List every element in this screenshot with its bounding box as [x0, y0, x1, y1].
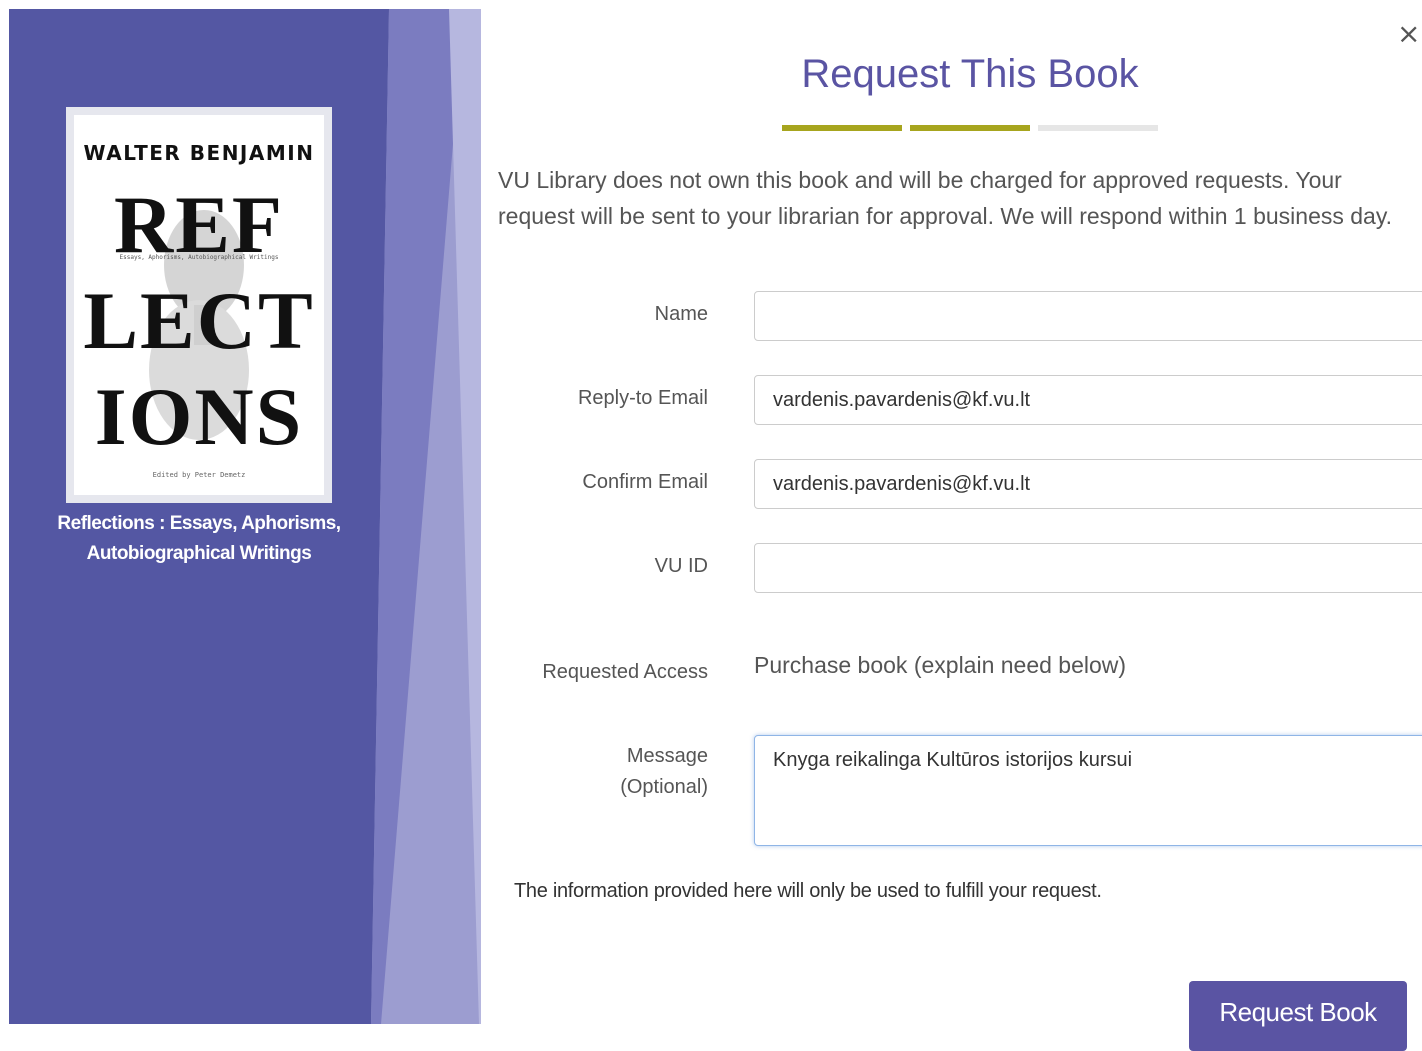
privacy-note: The information provided here will only … — [514, 880, 1102, 902]
book-panel: WALTER BENJAMIN REF LECT IONS Essays, Ap… — [9, 9, 481, 1024]
close-button[interactable]: × — [1397, 20, 1420, 48]
vu-id-input[interactable] — [754, 543, 1422, 593]
message-label-optional: (Optional) — [620, 776, 708, 798]
request-book-button[interactable]: Request Book — [1189, 981, 1407, 1051]
reply-email-label: Reply-to Email — [577, 387, 708, 409]
confirm-email-input[interactable] — [754, 459, 1422, 509]
cover-title: REF LECT IONS — [74, 177, 324, 465]
cover-author: WALTER BENJAMIN — [83, 141, 315, 165]
cover-editor: Edited by Peter Demetz — [152, 471, 246, 479]
cover-title-line: IONS — [94, 371, 304, 462]
dialog-title: Request This Book — [801, 52, 1139, 96]
progress-step-2 — [910, 125, 1030, 131]
book-cover: WALTER BENJAMIN REF LECT IONS Essays, Ap… — [66, 107, 332, 503]
progress-step-1 — [782, 125, 902, 131]
progress-step-3 — [1038, 125, 1158, 131]
message-textarea[interactable]: Knyga reikalinga Kultūros istorijos kurs… — [754, 735, 1422, 846]
message-label: Message (Optional) — [620, 741, 708, 803]
reply-email-input[interactable] — [754, 375, 1422, 425]
close-icon: × — [1397, 17, 1421, 50]
intro-text: VU Library does not own this book and wi… — [498, 167, 1393, 229]
requested-access-label: Requested Access — [542, 661, 708, 683]
name-input[interactable] — [754, 291, 1422, 341]
cover-subtitle: Essays, Aphorisms, Autobiographical Writ… — [119, 254, 279, 261]
vu-id-label: VU ID — [654, 555, 708, 577]
requested-access-value: Purchase book (explain need below) — [754, 652, 1127, 678]
book-title-caption: Reflections : Essays, Aphorisms, Autobio… — [57, 513, 341, 564]
cover-title-line: LECT — [83, 275, 315, 366]
confirm-email-label: Confirm Email — [582, 471, 708, 493]
message-label-line: Message — [626, 745, 708, 767]
name-label: Name — [654, 303, 708, 325]
